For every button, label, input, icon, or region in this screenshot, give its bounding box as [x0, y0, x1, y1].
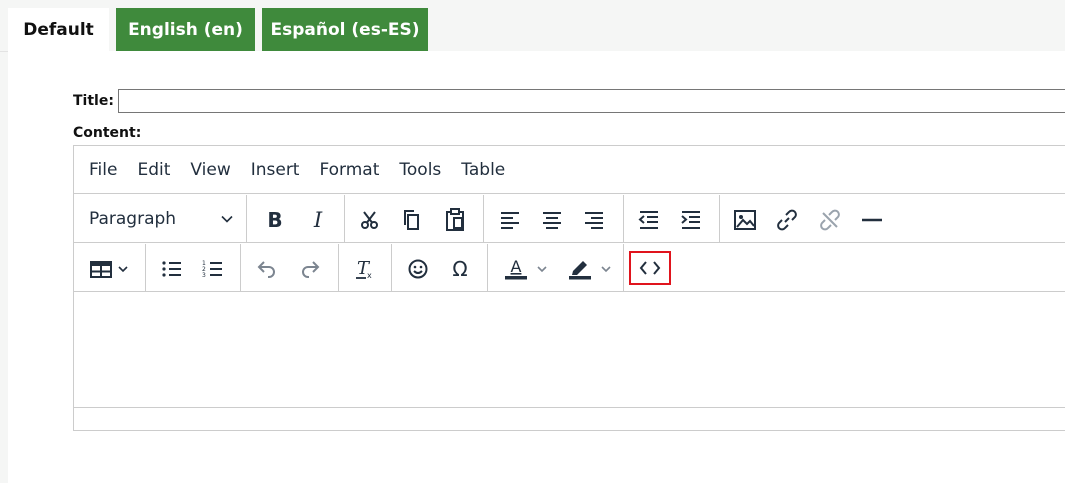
tab-espanol[interactable]: Español (es-ES) — [262, 8, 428, 51]
toolbar-divider — [623, 195, 624, 243]
svg-text:B: B — [267, 209, 282, 231]
toolbar-divider — [487, 244, 488, 292]
undo-icon[interactable] — [249, 254, 285, 284]
title-input[interactable] — [118, 89, 1065, 113]
menu-format[interactable]: Format — [309, 160, 389, 180]
svg-text:A: A — [511, 257, 522, 276]
outdent-icon[interactable] — [631, 205, 667, 235]
table-button[interactable] — [82, 254, 136, 284]
toolbar-row-2: 123 Tx Ω A — [74, 244, 1065, 292]
tab-default[interactable]: Default — [8, 8, 109, 51]
svg-text:3: 3 — [202, 272, 206, 279]
highlight-color-button[interactable] — [560, 254, 620, 284]
title-label: Title: — [73, 93, 114, 109]
align-left-icon[interactable] — [492, 205, 528, 235]
special-char-icon[interactable]: Ω — [442, 254, 478, 284]
copy-icon[interactable] — [394, 205, 430, 235]
clear-format-icon[interactable]: Tx — [347, 254, 383, 284]
svg-text:I: I — [313, 209, 323, 231]
emoji-icon[interactable] — [400, 254, 436, 284]
language-tab-bar: Default English (en) Español (es-ES) — [0, 0, 1065, 52]
editor-statusbar — [74, 407, 1065, 432]
toolbar-divider — [344, 195, 345, 243]
chevron-down-icon — [600, 263, 612, 275]
italic-icon[interactable]: I — [298, 205, 338, 235]
align-right-icon[interactable] — [576, 205, 612, 235]
toolbar-divider — [623, 244, 624, 292]
menu-file[interactable]: File — [79, 160, 127, 180]
highlight-box — [629, 251, 671, 285]
redo-icon[interactable] — [292, 254, 328, 284]
content-label: Content: — [73, 125, 142, 141]
toolbar-divider — [719, 195, 720, 243]
unlink-icon[interactable] — [812, 205, 848, 235]
bold-icon[interactable]: B — [255, 205, 295, 235]
bullet-list-icon[interactable] — [154, 254, 190, 284]
block-format-select[interactable]: Paragraph — [78, 201, 240, 237]
menu-tools[interactable]: Tools — [389, 160, 451, 180]
menu-table[interactable]: Table — [451, 160, 515, 180]
align-center-icon[interactable] — [534, 205, 570, 235]
link-icon[interactable] — [769, 205, 805, 235]
menu-edit[interactable]: Edit — [127, 160, 180, 180]
text-color-button[interactable]: A — [496, 254, 556, 284]
toolbar-divider — [483, 195, 484, 243]
editor-menubar: File Edit View Insert Format Tools Table — [74, 146, 1065, 194]
chevron-down-icon — [536, 263, 548, 275]
svg-text:x: x — [367, 271, 372, 280]
toolbar-row-1: Paragraph B I — [74, 195, 1065, 243]
svg-text:Ω: Ω — [452, 258, 467, 280]
toolbar-divider — [338, 244, 339, 292]
chevron-down-icon — [117, 263, 129, 275]
horizontal-rule-icon[interactable] — [854, 205, 890, 235]
chevron-down-icon — [220, 212, 234, 226]
cut-icon[interactable] — [352, 205, 388, 235]
image-icon[interactable] — [727, 205, 763, 235]
tab-english[interactable]: English (en) — [116, 8, 255, 51]
toolbar-divider — [145, 244, 146, 292]
block-format-value: Paragraph — [89, 209, 177, 229]
indent-icon[interactable] — [673, 205, 709, 235]
toolbar-divider — [240, 244, 241, 292]
numbered-list-icon[interactable]: 123 — [195, 254, 231, 284]
paste-icon[interactable] — [437, 205, 473, 235]
toolbar-divider — [391, 244, 392, 292]
editor-content-area[interactable] — [74, 293, 1065, 407]
rich-text-editor: File Edit View Insert Format Tools Table… — [73, 145, 1065, 431]
menu-view[interactable]: View — [180, 160, 240, 180]
menu-insert[interactable]: Insert — [241, 160, 310, 180]
toolbar-divider — [246, 195, 247, 243]
